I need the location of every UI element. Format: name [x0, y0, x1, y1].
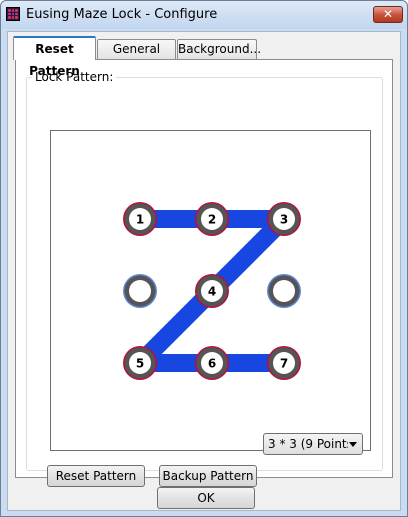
- pattern-drawing: 1 2 3 4 5 6 7: [123, 202, 301, 380]
- reset-pattern-panel: Lock Pattern: 1234567 Reset Pattern Back…: [15, 59, 393, 487]
- tab-general[interactable]: General: [97, 39, 176, 59]
- pattern-canvas[interactable]: 1 2 3 4 5 6 7: [50, 130, 371, 451]
- pattern-dot[interactable]: [123, 274, 157, 308]
- tab-background[interactable]: Background...: [177, 39, 261, 59]
- pattern-dot[interactable]: 7: [267, 346, 301, 380]
- close-button[interactable]: ✕: [373, 6, 403, 23]
- pattern-dot-label: 6: [208, 357, 216, 371]
- pattern-dot[interactable]: 1: [123, 202, 157, 236]
- pattern-dot-label: 1: [136, 213, 144, 227]
- pattern-dot-label: 5: [136, 357, 144, 371]
- pattern-dot[interactable]: 6: [195, 346, 229, 380]
- pattern-dot-label: 3: [280, 213, 288, 227]
- pattern-dot[interactable]: 4: [195, 274, 229, 308]
- configure-window: Eusing Maze Lock - Configure ✕ Reset Pat…: [0, 0, 408, 517]
- pattern-dot-label: 2: [208, 213, 216, 227]
- pattern-dot-label: 7: [280, 357, 288, 371]
- pattern-dot[interactable]: 5: [123, 346, 157, 380]
- ok-button[interactable]: OK: [157, 487, 255, 509]
- pattern-dot[interactable]: 3: [267, 202, 301, 236]
- pattern-dot[interactable]: [267, 274, 301, 308]
- reset-pattern-button[interactable]: Reset Pattern: [47, 465, 145, 487]
- tab-reset-pattern[interactable]: Reset Pattern: [13, 36, 96, 78]
- app-icon: [6, 7, 20, 21]
- window-title: Eusing Maze Lock - Configure: [26, 7, 218, 22]
- grid-size-value: 3 * 3 (9 Points: [268, 437, 348, 451]
- backup-pattern-button[interactable]: Backup Pattern: [159, 465, 257, 487]
- pattern-dot-label: 4: [208, 285, 216, 299]
- title-bar[interactable]: Eusing Maze Lock - Configure ✕: [1, 1, 407, 29]
- dropdown-arrow-icon: [349, 442, 357, 447]
- grid-size-select[interactable]: 3 * 3 (9 Points: [263, 433, 363, 455]
- pattern-dot[interactable]: 2: [195, 202, 229, 236]
- close-icon: ✕: [382, 7, 394, 21]
